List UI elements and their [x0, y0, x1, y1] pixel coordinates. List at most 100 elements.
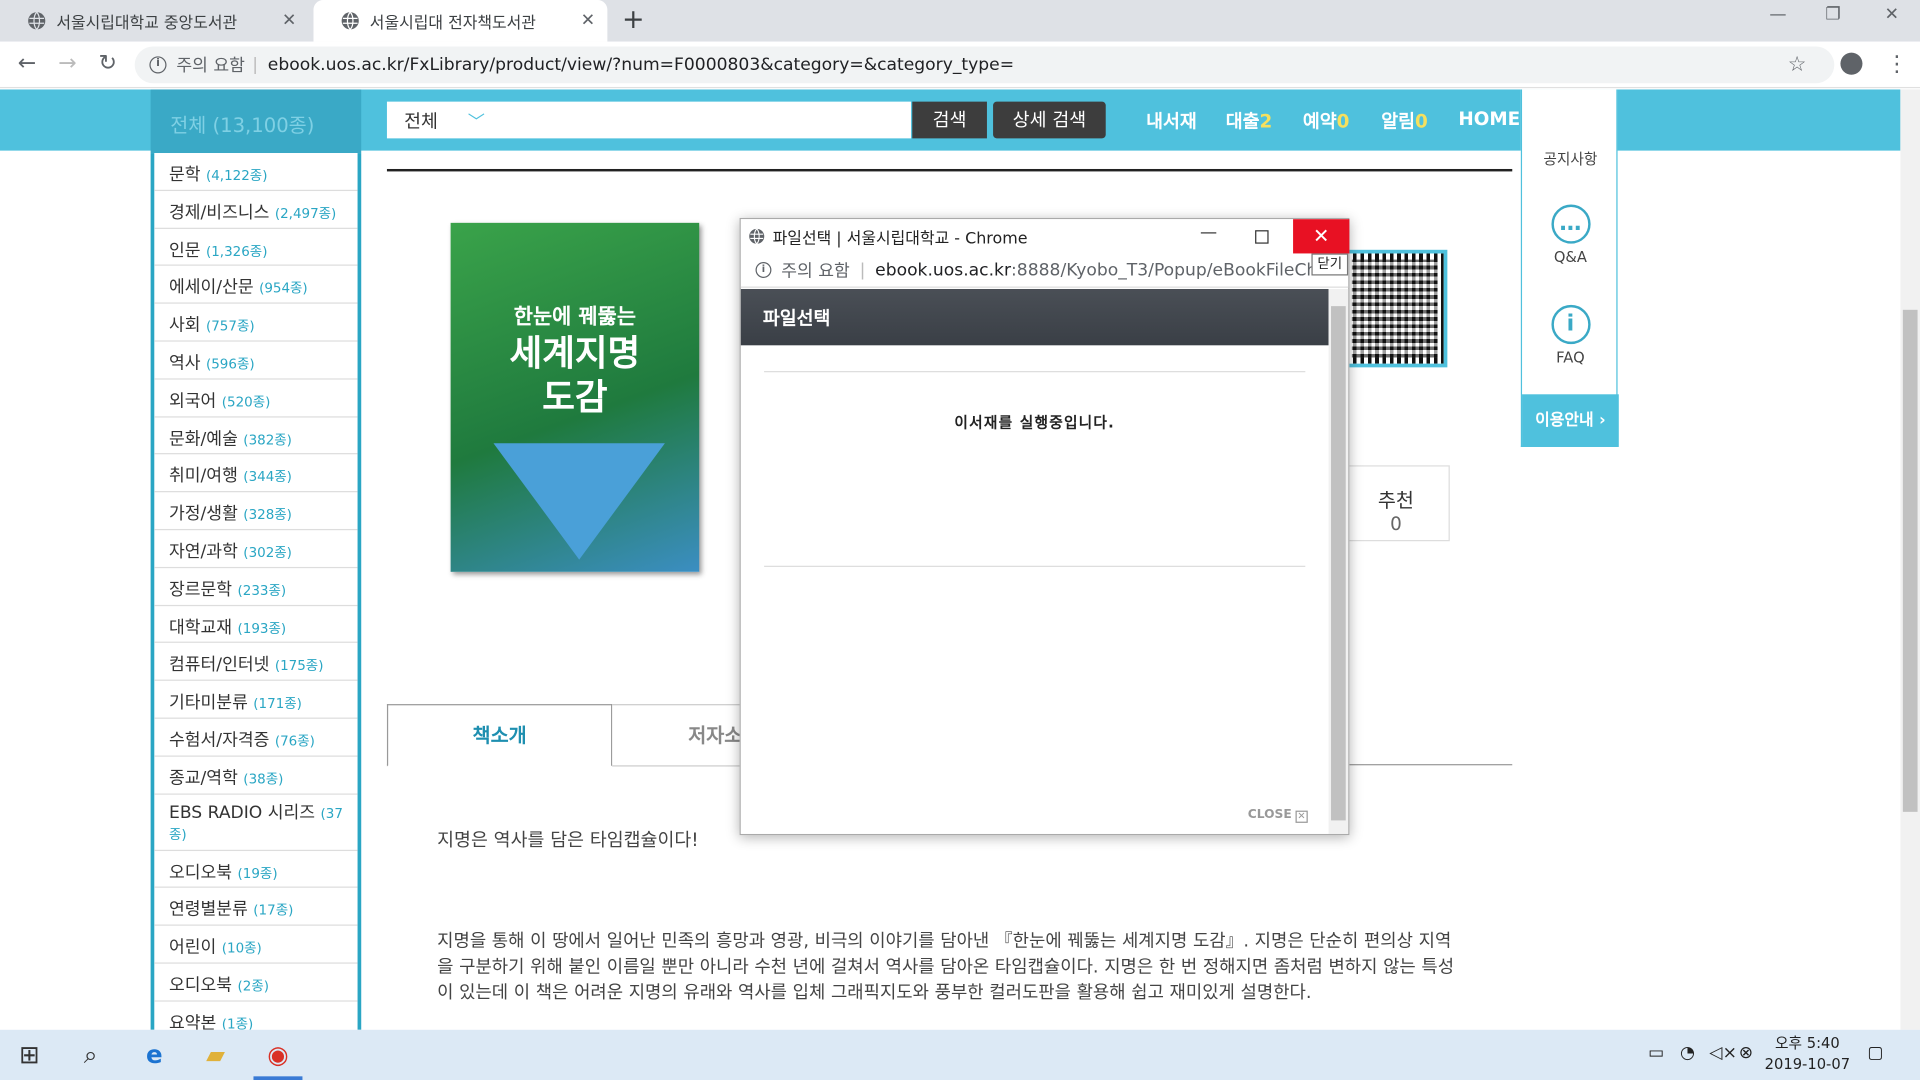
- popup-minimize-icon[interactable]: —: [1196, 223, 1220, 243]
- nav-label: HOME: [1458, 107, 1521, 130]
- category-item[interactable]: EBS RADIO 시리즈 (37종): [154, 794, 358, 851]
- nav-loans[interactable]: 대출2: [1226, 108, 1273, 134]
- nav-home[interactable]: HOME: [1458, 108, 1520, 130]
- page-scroll-thumb[interactable]: [1902, 309, 1918, 812]
- kebab-menu-icon[interactable]: ⋮: [1886, 51, 1908, 77]
- page-scrollbar[interactable]: [1900, 89, 1920, 1030]
- cover-title-line: 도감: [542, 375, 608, 418]
- category-count: (344종): [243, 469, 292, 486]
- intro-body: 지명을 통해 이 땅에서 일어난 민족의 흥망과 영광, 비극의 이야기를 담아…: [437, 931, 1455, 1003]
- volume-muted-icon[interactable]: ◁×: [1709, 1043, 1737, 1063]
- category-item[interactable]: 컴퓨터/인터넷 (175종): [154, 643, 358, 682]
- file-explorer-icon[interactable]: ▰: [186, 1030, 245, 1080]
- browser-tabstrip: 서울시립대학교 중앙도서관 ✕ 서울시립대 전자책도서관 ✕ + — ❐ ✕: [0, 0, 1920, 42]
- nav-count: 0: [1336, 110, 1350, 133]
- category-name: 기타미분류: [168, 693, 248, 713]
- blocked-icon[interactable]: ⊗: [1739, 1043, 1753, 1063]
- popup-scroll-thumb[interactable]: [1331, 306, 1346, 821]
- category-item[interactable]: 외국어 (520종): [154, 379, 358, 418]
- new-tab-plus-icon[interactable]: +: [622, 5, 645, 36]
- account-avatar-icon[interactable]: [1840, 52, 1863, 75]
- popup-close-icon[interactable]: ✕: [1293, 219, 1350, 254]
- category-item[interactable]: 사회 (757종): [154, 304, 358, 342]
- tab-close-icon[interactable]: ✕: [282, 11, 296, 31]
- category-item[interactable]: 오디오북 (19종): [154, 850, 358, 889]
- popup-close-button[interactable]: CLOSE ✕: [1248, 808, 1308, 823]
- category-name: 사회: [168, 316, 201, 336]
- search-button[interactable]: 검색: [912, 101, 987, 139]
- popup-titlebar[interactable]: 파일선택 | 서울시립대학교 - Chrome — ✕: [740, 219, 1350, 254]
- category-count: (17종): [253, 902, 294, 919]
- category-item[interactable]: 취미/여행 (344종): [154, 455, 358, 493]
- category-item[interactable]: 가정/생활 (328종): [154, 492, 358, 531]
- category-name: 문화/예술: [168, 429, 238, 449]
- nav-label: 내서재: [1146, 110, 1197, 133]
- tab-close-icon[interactable]: ✕: [581, 11, 595, 31]
- category-item[interactable]: 문학 (4,122종): [154, 153, 358, 191]
- nav-my-library[interactable]: 내서재: [1146, 108, 1197, 134]
- search-icon[interactable]: ⌕: [61, 1030, 120, 1080]
- tab-ebook-library[interactable]: 서울시립대 전자책도서관 ✕: [313, 0, 608, 42]
- info-icon: i: [1550, 304, 1591, 345]
- info-icon[interactable]: i: [755, 262, 772, 278]
- popup-maximize-icon[interactable]: [1255, 230, 1269, 244]
- reload-icon[interactable]: ↻: [93, 50, 122, 76]
- category-name: 경제/비즈니스: [168, 203, 270, 223]
- info-icon[interactable]: i: [149, 56, 167, 74]
- chrome-icon[interactable]: ◉: [249, 1030, 308, 1080]
- minimize-icon[interactable]: —: [1753, 5, 1802, 25]
- category-item[interactable]: 에세이/산문 (954종): [154, 266, 358, 304]
- search-scope-select[interactable]: 전체 ﹀: [386, 101, 912, 139]
- usage-guide-button[interactable]: 이용안내 ›: [1522, 394, 1619, 447]
- category-item[interactable]: 종교/역학 (38종): [154, 756, 358, 795]
- faq-link[interactable]: i FAQ: [1522, 304, 1619, 366]
- battery-icon[interactable]: ▭: [1648, 1043, 1664, 1063]
- recommend-box[interactable]: 추천 0: [1342, 465, 1450, 542]
- category-name: 어린이: [168, 938, 217, 958]
- qr-code: [1342, 249, 1448, 368]
- nav-label: 예약: [1302, 110, 1337, 133]
- nav-notifications[interactable]: 알림0: [1381, 108, 1428, 134]
- notifications-icon[interactable]: ▢: [1867, 1043, 1883, 1063]
- tab-book-intro[interactable]: 책소개: [386, 704, 613, 767]
- category-item[interactable]: 어린이 (10종): [154, 926, 358, 964]
- category-item[interactable]: 문화/예술 (382종): [154, 417, 358, 455]
- category-item[interactable]: 인문 (1,326종): [154, 228, 358, 267]
- category-item[interactable]: 기타미분류 (171종): [154, 681, 358, 719]
- browser-toolbar: ← → ↻ i 주의 요함 | ebook.uos.ac.kr/FxLibrar…: [0, 41, 1920, 89]
- category-item[interactable]: 대학교재 (193종): [154, 606, 358, 644]
- restore-icon[interactable]: ❐: [1809, 5, 1858, 25]
- bookmark-star-icon[interactable]: ☆: [1788, 53, 1807, 77]
- divider: [764, 565, 1306, 567]
- wifi-icon[interactable]: ◔: [1680, 1043, 1695, 1063]
- chat-bubble-icon: …: [1550, 204, 1591, 244]
- popup-message: 이서재를 실행중입니다.: [954, 413, 1115, 432]
- category-item[interactable]: 역사 (596종): [154, 342, 358, 380]
- forward-arrow-icon[interactable]: →: [53, 50, 82, 76]
- category-item[interactable]: 요약본 (1종): [154, 1001, 357, 1030]
- clock[interactable]: 오후 5:40 2019-10-07: [1763, 1033, 1851, 1075]
- book-cover[interactable]: 한눈에 꿰뚫는 세계지명 도감: [450, 222, 700, 572]
- qna-link[interactable]: … Q&A: [1522, 204, 1619, 266]
- category-item[interactable]: 자연/과학 (302종): [154, 530, 358, 568]
- notice-link[interactable]: 공지사항: [1522, 148, 1619, 169]
- category-header[interactable]: 전체 (13,100종): [150, 89, 362, 154]
- edge-icon[interactable]: e: [125, 1030, 184, 1080]
- category-item[interactable]: 연령별분류 (17종): [154, 888, 358, 926]
- back-arrow-icon[interactable]: ←: [12, 50, 41, 76]
- category-item[interactable]: 수험서/자격증 (76종): [154, 719, 358, 757]
- nav-reservations[interactable]: 예약0: [1303, 108, 1350, 134]
- category-item[interactable]: 경제/비즈니스 (2,497종): [154, 191, 358, 229]
- advanced-search-button[interactable]: 상세 검색: [993, 101, 1106, 139]
- clock-time: 오후 5:40: [1775, 1034, 1840, 1052]
- tab-central-library[interactable]: 서울시립대학교 중앙도서관 ✕: [0, 0, 309, 42]
- windows-start-icon[interactable]: ⊞: [0, 1030, 59, 1080]
- window-close-icon[interactable]: ✕: [1867, 5, 1916, 25]
- address-bar[interactable]: i 주의 요함 | ebook.uos.ac.kr/FxLibrary/prod…: [134, 46, 1835, 84]
- qr-pattern: [1351, 259, 1438, 358]
- popup-address-bar[interactable]: i 주의 요함 | ebook.uos.ac.kr:8888/Kyobo_T3/…: [740, 253, 1349, 288]
- category-item[interactable]: 오디오북 (2종): [154, 964, 358, 1002]
- popup-scrollbar[interactable]: [1328, 288, 1349, 834]
- category-item[interactable]: 장르문학 (233종): [154, 568, 358, 606]
- category-count: (520종): [221, 394, 271, 410]
